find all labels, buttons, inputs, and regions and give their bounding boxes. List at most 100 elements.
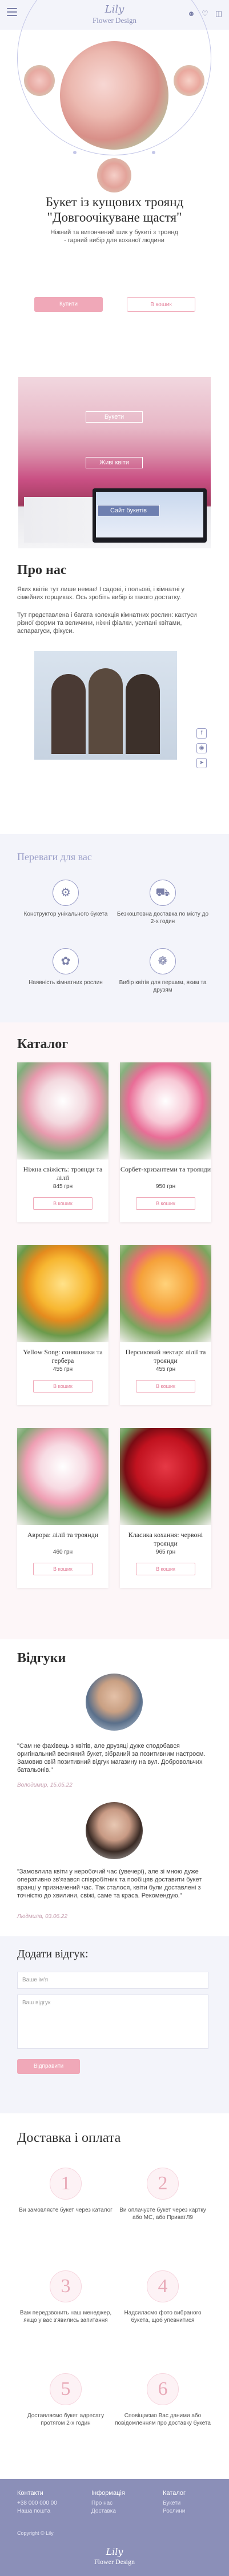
step-number: 6 [147,2373,179,2405]
advantage-text: Вибір квітів для першим, яким та друзям [119,980,207,993]
hero-bouquet-right [174,65,204,96]
review-textarea[interactable]: Ваш відгук [17,1995,208,2049]
promo-photo: Букети Живі квіти Сайт букетів [18,377,211,548]
delivery-step: 2 Ви оплачуєте букет через картку або МС… [114,2168,211,2221]
add-to-cart-button[interactable]: В кошик [33,1380,93,1393]
review-quote: "Замовлила квіти у неробочий час (увечер… [17,1868,202,1899]
add-to-cart-button[interactable]: В кошик [127,297,195,312]
product-price: 845 грн [53,1183,73,1190]
product-card[interactable]: Сорбет-хризантеми та троянди 950 грн В к… [120,1062,211,1222]
step-number: 3 [50,2270,82,2302]
add-to-cart-button[interactable]: В кошик [33,1197,93,1210]
arc-dot-right [152,151,155,154]
reviews-section: Відгуки "Сам не фахівець з квітів, але д… [0,1639,229,1936]
product-price: 455 грн [155,1366,176,1373]
product-card[interactable]: Класика кохання: червоні троянди 965 грн… [120,1428,211,1588]
product-image [17,1062,109,1159]
footer-heading: Каталог [163,2490,186,2497]
site-footer: Контакти +38 000 000 00 Наша пошта Інфор… [0,2479,229,2576]
delivery-title: Доставка і оплата [17,2130,121,2145]
buy-button[interactable]: Купити [34,297,103,312]
step-text: Надсилаємо фото вибраного букета, щоб уп… [124,2310,202,2324]
footer-info: Інформація Про нас Доставка [91,2489,160,2515]
step-number: 4 [147,2270,179,2302]
footer-link[interactable]: Доставка [91,2507,160,2515]
advantage-item: ✿ Наявність кімнатних рослин [17,948,114,986]
advantage-text: Конструктор унікального букета [23,911,108,917]
hero-description: Ніжний та витончений шик у букеті з троя… [50,229,178,244]
advantages-title: Переваги для вас [17,851,92,862]
hero-bouquet-main [60,41,168,150]
add-to-cart-button[interactable]: В кошик [33,1563,93,1575]
hero-section: Букет із кущових троянд "Довгоочікуване … [0,0,229,350]
product-card[interactable]: Аврора: лілії та троянди 460 грн В кошик [17,1428,109,1588]
telegram-icon[interactable]: ➤ [196,758,207,768]
about-title: Про нас [17,563,67,577]
footer-link[interactable]: Рослини [163,2507,229,2515]
truck-icon: ⛟ [150,880,176,906]
delivery-step: 3 Вам передзвонить наш менеджер, якщо у … [17,2270,114,2324]
review-author: Володимир, 15.05.22 [17,1782,73,1788]
advantage-text: Безкоштовна доставка по місту до 2-х год… [116,911,209,925]
footer-logo-script: Lily [106,2546,123,2557]
footer-logo-text: Flower Design [94,2558,135,2566]
step-number: 2 [147,2168,179,2200]
cart-icon[interactable]: ◫ [214,9,223,18]
catalog-section: Каталог Ніжна свіжість: троянди та лілії… [0,1022,229,1639]
product-name: Аврора: лілії та троянди [27,1531,99,1539]
promo-label-site[interactable]: Сайт букетів [97,505,160,516]
product-price: 460 грн [53,1549,73,1555]
product-image [120,1245,211,1342]
social-links: f ◉ ➤ [196,728,207,768]
catalog-title: Каталог [17,1037,69,1052]
feedback-form: Додати відгук: Ваше ім'я Ваш відгук Відп… [0,1936,229,2113]
footer-link[interactable]: Про нас [91,2499,160,2507]
add-to-cart-button[interactable]: В кошик [136,1563,195,1575]
product-image [120,1428,211,1525]
step-number: 1 [50,2168,82,2200]
feedback-title: Додати відгук: [17,1948,89,1960]
submit-button[interactable]: Відправити [17,2059,80,2074]
delivery-step: 4 Надсилаємо фото вибраного букета, щоб … [114,2270,211,2324]
footer-heading: Інформація [91,2490,125,2497]
name-input[interactable]: Ваше ім'я [17,1972,208,1989]
facebook-icon[interactable]: f [196,728,207,739]
reviewer-avatar [86,1802,143,1859]
tools-icon: ⚙ [53,880,79,906]
reviewer-avatar [86,1674,143,1731]
delivery-step: 1 Ви замовляєте букет через каталог [17,2168,114,2214]
about-paragraph-1: Яких квітів тут лише немає! І садові, і … [17,586,184,601]
advantages-section: Переваги для вас ⚙ Конструктор унікально… [0,834,229,1022]
hero-title-line2: "Довгоочікуване щастя" [47,210,182,224]
page: Lily Flower Design ☻ ♡ ◫ Букет із кущови… [0,0,229,2576]
add-to-cart-button[interactable]: В кошик [136,1197,195,1210]
add-to-cart-button[interactable]: В кошик [136,1380,195,1393]
promo-label-live-flowers[interactable]: Живі квіти [86,457,143,468]
product-image [17,1428,109,1525]
product-card[interactable]: Персиковий нектар: лілії та троянди 455 … [120,1245,211,1405]
step-text: Доставляємо букет адресату протягом 2-х … [27,2413,105,2426]
footer-link[interactable]: Наша пошта [17,2507,86,2515]
step-text: Вам передзвонить наш менеджер, якщо у ва… [19,2310,112,2324]
product-card[interactable]: Yellow Song: соняшники та гербера 455 гр… [17,1245,109,1405]
hero-bouquet-bottom [97,158,131,192]
product-price: 950 грн [155,1183,176,1190]
product-name: Класика кохання: червоні троянди [128,1531,203,1547]
bouquet-icon: ❁ [150,948,176,974]
hero-title: Букет із кущових троянд "Довгоочікуване … [0,194,229,225]
product-image [120,1062,211,1159]
product-name: Сорбет-хризантеми та троянди [120,1165,211,1173]
product-card[interactable]: Ніжна свіжість: троянди та лілії 845 грн… [17,1062,109,1222]
footer-link[interactable]: +38 000 000 00 [17,2499,86,2507]
copyright: Copyright © Lily [17,2530,54,2536]
delivery-step: 6 Сповіщаємо Вас даними або повідомлення… [114,2373,211,2427]
instagram-icon[interactable]: ◉ [196,743,207,753]
product-price: 455 грн [53,1366,73,1373]
arc-dot-left [73,151,77,154]
advantage-item: ⛟ Безкоштовна доставка по місту до 2-х г… [114,880,211,925]
plant-icon: ✿ [53,948,79,974]
product-name: Ніжна свіжість: троянди та лілії [23,1165,103,1182]
promo-label-bouquets[interactable]: Букети [86,411,143,423]
footer-link[interactable]: Букети [163,2499,229,2507]
footer-heading: Контакти [17,2490,43,2497]
